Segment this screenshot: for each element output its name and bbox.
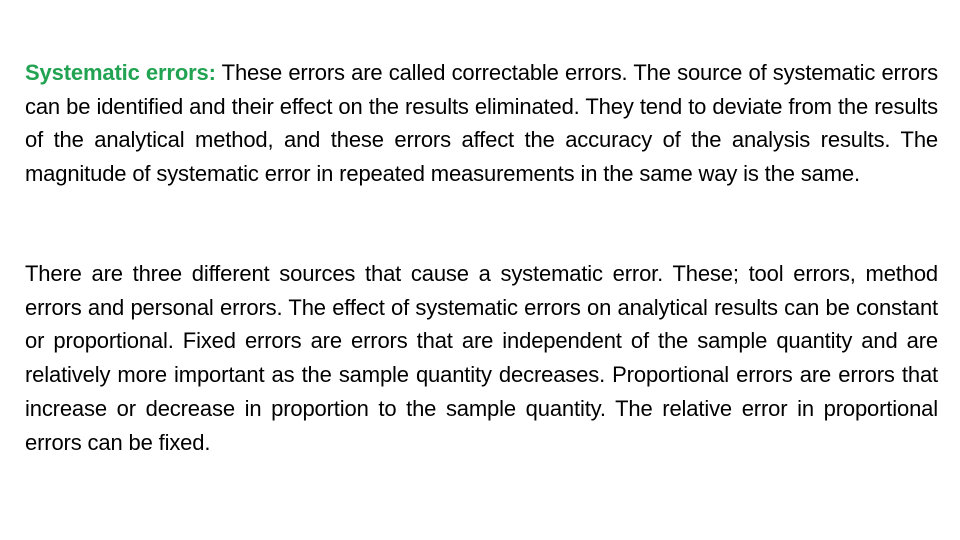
term-systematic-errors: Systematic errors: [25, 60, 216, 85]
paragraph-body-text: There are three different sources that c… [25, 261, 938, 455]
slide: Systematic errors: These errors are call… [0, 0, 960, 540]
paragraph-systematic-errors-definition: Systematic errors: These errors are call… [25, 56, 938, 191]
paragraph-error-sources: There are three different sources that c… [25, 257, 938, 459]
